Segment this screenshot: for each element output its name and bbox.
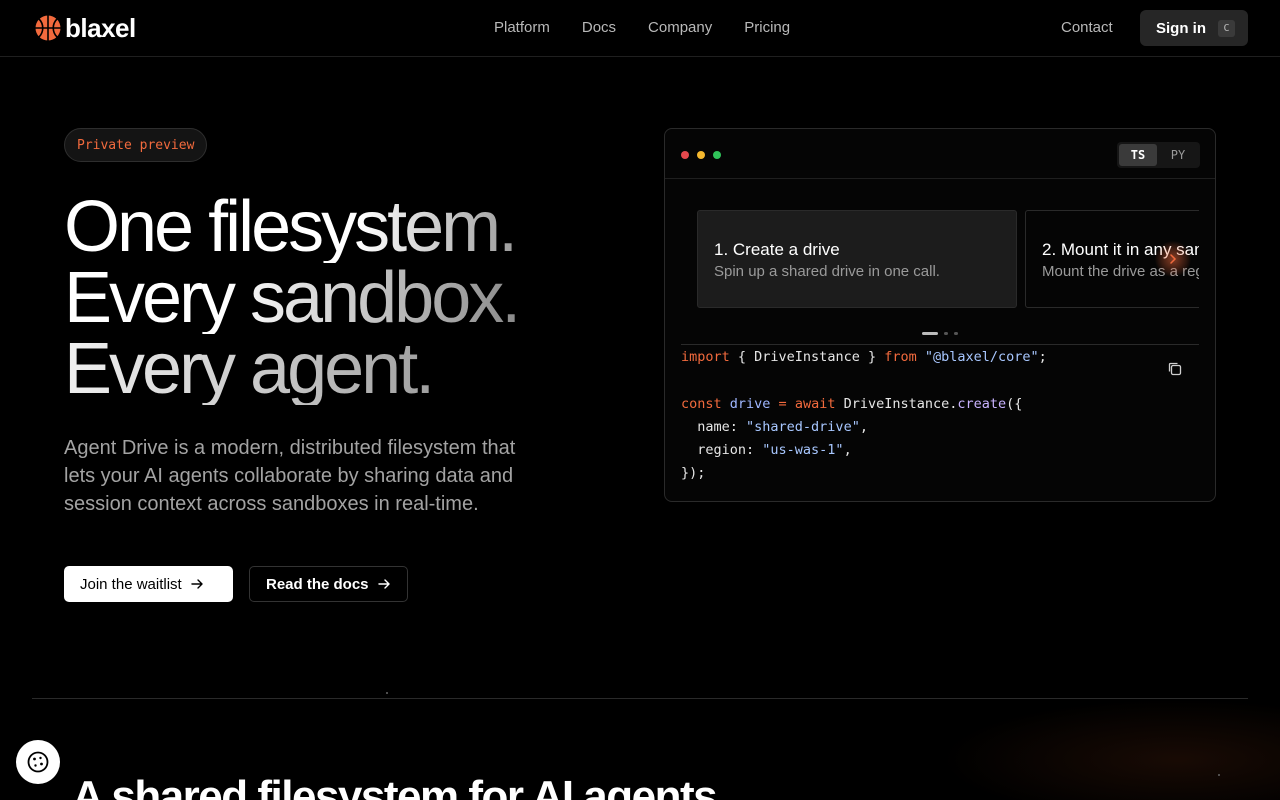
top-nav: blaxel Platform Docs Company Pricing Con…	[0, 0, 1280, 57]
brand-logo[interactable]: blaxel	[34, 14, 136, 42]
code-token: { DriveInstance }	[729, 349, 885, 365]
pager-dot[interactable]	[944, 332, 948, 335]
decorative-glow	[940, 699, 1280, 800]
read-docs-button[interactable]: Read the docs	[249, 566, 408, 602]
pager-dot[interactable]	[954, 332, 958, 335]
code-token: "shared-drive"	[746, 418, 860, 435]
code-token: ({	[1006, 395, 1023, 412]
code-token: "@blaxel/core"	[924, 349, 1039, 365]
code-token: ,	[843, 442, 852, 459]
carousel-pager	[922, 332, 958, 335]
section-title: A shared filesystem for AI agents	[72, 772, 718, 800]
decorative-speck	[386, 692, 388, 694]
window-dot-yellow	[697, 151, 705, 159]
code-token: =	[770, 395, 795, 412]
headline-line-2: Every sandbox.	[64, 258, 521, 338]
code-token: name:	[681, 418, 747, 435]
language-toggle: TS PY	[1117, 142, 1200, 168]
step-title: 1. Create a drive	[714, 240, 840, 259]
card-header: TS PY	[665, 129, 1215, 179]
cookie-settings-button[interactable]	[16, 740, 60, 784]
nav-link-company[interactable]: Company	[648, 18, 712, 38]
hero-description: Agent Drive is a modern, distributed fil…	[64, 437, 516, 515]
step-description: Spin up a shared drive in one call.	[714, 263, 940, 280]
code-divider	[681, 344, 1199, 345]
step-card-1[interactable]: 1. Create a drive Spin up a shared drive…	[697, 210, 1017, 308]
headline-line-1: One filesystem.	[64, 191, 518, 263]
code-example-card: TS PY 1. Create a drive Spin up a shared…	[664, 128, 1216, 502]
sign-in-button[interactable]: Sign in C	[1140, 10, 1248, 46]
chevron-right-icon	[1170, 254, 1177, 264]
code-token: await	[794, 395, 836, 412]
window-dot-green	[713, 151, 721, 159]
arrow-right-icon	[191, 579, 203, 589]
decorative-speck	[1218, 774, 1220, 776]
code-token: region:	[681, 442, 763, 459]
hero-headline: One filesystem. Every sandbox. Every age…	[64, 191, 521, 405]
badge-label: Private preview	[77, 137, 195, 153]
code-token: create	[957, 395, 1007, 412]
nav-link-docs[interactable]: Docs	[582, 18, 616, 38]
copy-icon[interactable]	[1167, 361, 1183, 377]
code-token: drive	[729, 395, 771, 412]
code-block: import { DriveInstance } from "@blaxel/c…	[681, 346, 1047, 486]
code-token: const	[681, 395, 722, 412]
nav-links: Platform Docs Company Pricing	[494, 18, 790, 38]
tab-python[interactable]: PY	[1159, 144, 1197, 166]
code-token: ,	[859, 418, 868, 435]
basketball-logo-icon	[35, 15, 61, 41]
code-token: });	[681, 465, 706, 482]
brand-name: blaxel	[65, 13, 136, 43]
read-docs-label: Read the docs	[266, 575, 369, 593]
steps-carousel: 1. Create a drive Spin up a shared drive…	[697, 210, 1199, 310]
arrow-right-icon	[377, 579, 390, 589]
pager-dot[interactable]	[922, 332, 938, 335]
join-waitlist-button[interactable]: Join the waitlist	[64, 566, 233, 602]
join-waitlist-label: Join the waitlist	[80, 575, 182, 593]
code-token: "us-was-1"	[762, 442, 844, 459]
carousel-next-button[interactable]	[1155, 241, 1191, 277]
sign-in-shortcut: C	[1218, 19, 1235, 37]
nav-link-pricing[interactable]: Pricing	[744, 18, 790, 38]
window-dot-red	[681, 151, 689, 159]
nav-link-contact[interactable]: Contact	[1061, 18, 1113, 38]
headline-line-3: Every agent.	[64, 333, 518, 405]
code-token: DriveInstance.	[835, 395, 958, 412]
code-token: from	[884, 349, 917, 365]
nav-link-platform[interactable]: Platform	[494, 18, 550, 38]
sign-in-label: Sign in	[1156, 19, 1206, 37]
private-preview-badge: Private preview	[64, 128, 208, 162]
code-token: import	[681, 349, 730, 365]
cookie-icon	[27, 751, 49, 773]
code-token: ;	[1038, 349, 1047, 365]
tab-typescript[interactable]: TS	[1119, 144, 1157, 166]
